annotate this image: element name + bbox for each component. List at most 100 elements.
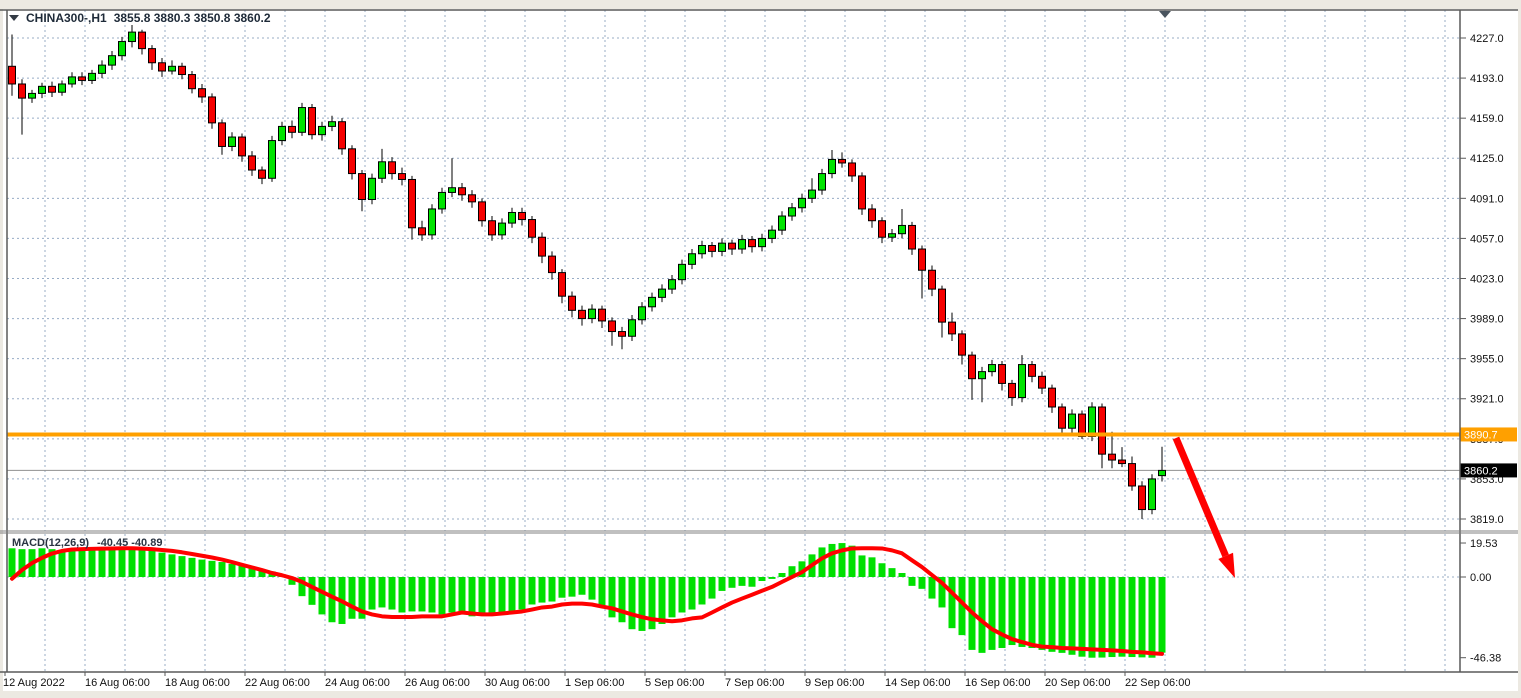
candle-bullish	[699, 245, 706, 253]
macd-histogram-bar	[139, 548, 146, 577]
macd-histogram-bar	[679, 577, 686, 612]
candle-bullish	[979, 372, 986, 379]
candle-bearish	[259, 170, 266, 178]
chart-canvas[interactable]: 4227.04193.04159.04125.04091.04057.04023…	[0, 0, 1521, 698]
macd-histogram-bar	[429, 577, 436, 612]
macd-histogram-bar	[319, 577, 326, 614]
candle-bearish	[409, 179, 416, 227]
macd-histogram-bar	[459, 577, 466, 614]
macd-histogram-bar	[919, 577, 926, 589]
candle-bullish	[129, 32, 136, 41]
macd-histogram-bar	[739, 577, 746, 586]
macd-histogram-bar	[669, 577, 676, 617]
macd-histogram-bar	[229, 564, 236, 577]
macd-histogram-bar	[979, 577, 986, 653]
macd-histogram-bar	[559, 577, 566, 598]
time-axis-label: 18 Aug 06:00	[165, 677, 230, 689]
macd-histogram-bar	[899, 573, 906, 577]
macd-histogram-bar	[69, 549, 76, 577]
candle-bullish	[439, 192, 446, 209]
macd-histogram-bar	[779, 573, 786, 577]
macd-histogram-bar	[929, 577, 936, 599]
candle-bearish	[909, 225, 916, 249]
macd-histogram-bar	[639, 577, 646, 631]
time-axis-label: 14 Sep 06:00	[885, 677, 950, 689]
macd-histogram-bar	[39, 548, 46, 577]
candle-bearish	[389, 162, 396, 174]
price-axis-label: 4159.0	[1470, 113, 1504, 125]
macd-histogram-bar	[629, 577, 636, 629]
candle-bearish	[839, 159, 846, 163]
candle-bullish	[329, 122, 336, 127]
candle-bearish	[999, 365, 1006, 384]
macd-histogram-bar	[379, 577, 386, 607]
candle-bearish	[1029, 365, 1036, 377]
macd-histogram-bar	[499, 577, 506, 612]
time-axis-label: 20 Sep 06:00	[1045, 677, 1110, 689]
candle-bullish	[319, 126, 326, 134]
macd-histogram-bar	[749, 577, 756, 587]
macd-histogram-bar	[9, 548, 16, 577]
candle-bullish	[739, 240, 746, 249]
macd-histogram-bar	[419, 577, 426, 611]
down-arrow-annotation[interactable]	[1176, 438, 1226, 556]
candle-bullish	[589, 309, 596, 318]
candle-bearish	[489, 221, 496, 235]
candle-bullish	[429, 209, 436, 235]
candle-bullish	[639, 307, 646, 320]
macd-histogram-bar	[1149, 577, 1156, 658]
candle-bullish	[769, 230, 776, 238]
candle-bullish	[229, 137, 236, 146]
macd-histogram-bar	[589, 577, 596, 600]
time-axis-label: 16 Sep 06:00	[965, 677, 1030, 689]
time-axis-label: 1 Sep 06:00	[565, 677, 624, 689]
macd-histogram-bar	[709, 577, 716, 599]
candle-bearish	[469, 195, 476, 202]
candle-bullish	[379, 162, 386, 179]
candle-bearish	[209, 97, 216, 123]
time-axis-label: 12 Aug 2022	[3, 677, 65, 689]
candle-bearish	[849, 163, 856, 176]
price-axis-label: 3819.0	[1470, 514, 1504, 526]
candle-bullish	[799, 198, 806, 207]
candle-bullish	[689, 254, 696, 265]
candle-bearish	[1039, 376, 1046, 388]
macd-histogram-bar	[309, 577, 316, 605]
macd-histogram-bar	[1019, 577, 1026, 647]
candle-bearish	[559, 273, 566, 297]
candle-bearish	[519, 212, 526, 219]
candle-bearish	[569, 296, 576, 310]
macd-values-label: -40.45 -40.89	[97, 537, 162, 549]
candle-bearish	[159, 63, 166, 71]
candle-bearish	[599, 309, 606, 321]
macd-histogram-bar	[119, 547, 126, 577]
macd-histogram-bar	[1139, 577, 1146, 657]
price-axis-label: 4227.0	[1470, 33, 1504, 45]
candle-bullish	[789, 208, 796, 216]
candle-bearish	[539, 237, 546, 256]
candle-bearish	[309, 108, 316, 135]
price-axis-label: 4057.0	[1470, 233, 1504, 245]
macd-histogram-bar	[199, 560, 206, 577]
candle-bullish	[109, 56, 116, 65]
macd-histogram-bar	[1079, 577, 1086, 657]
candle-bullish	[29, 93, 36, 98]
resistance-price-badge-text: 3890.7	[1464, 429, 1498, 441]
time-axis-label: 22 Sep 06:00	[1125, 677, 1190, 689]
candle-bearish	[179, 66, 186, 74]
macd-histogram-bar	[909, 577, 916, 586]
macd-histogram-bar	[879, 563, 886, 577]
macd-histogram-bar	[689, 577, 696, 610]
candle-bearish	[969, 355, 976, 379]
candle-bearish	[869, 209, 876, 221]
candle-bullish	[99, 65, 106, 73]
macd-axis-label: 19.53	[1470, 538, 1498, 550]
macd-histogram-bar	[619, 577, 626, 622]
macd-histogram-bar	[529, 577, 536, 604]
macd-histogram-bar	[189, 558, 196, 577]
candle-bullish	[59, 84, 66, 92]
macd-histogram-bar	[1049, 577, 1056, 652]
candle-bearish	[19, 84, 26, 98]
candle-bearish	[619, 332, 626, 337]
chevron-down-icon[interactable]	[9, 15, 19, 21]
